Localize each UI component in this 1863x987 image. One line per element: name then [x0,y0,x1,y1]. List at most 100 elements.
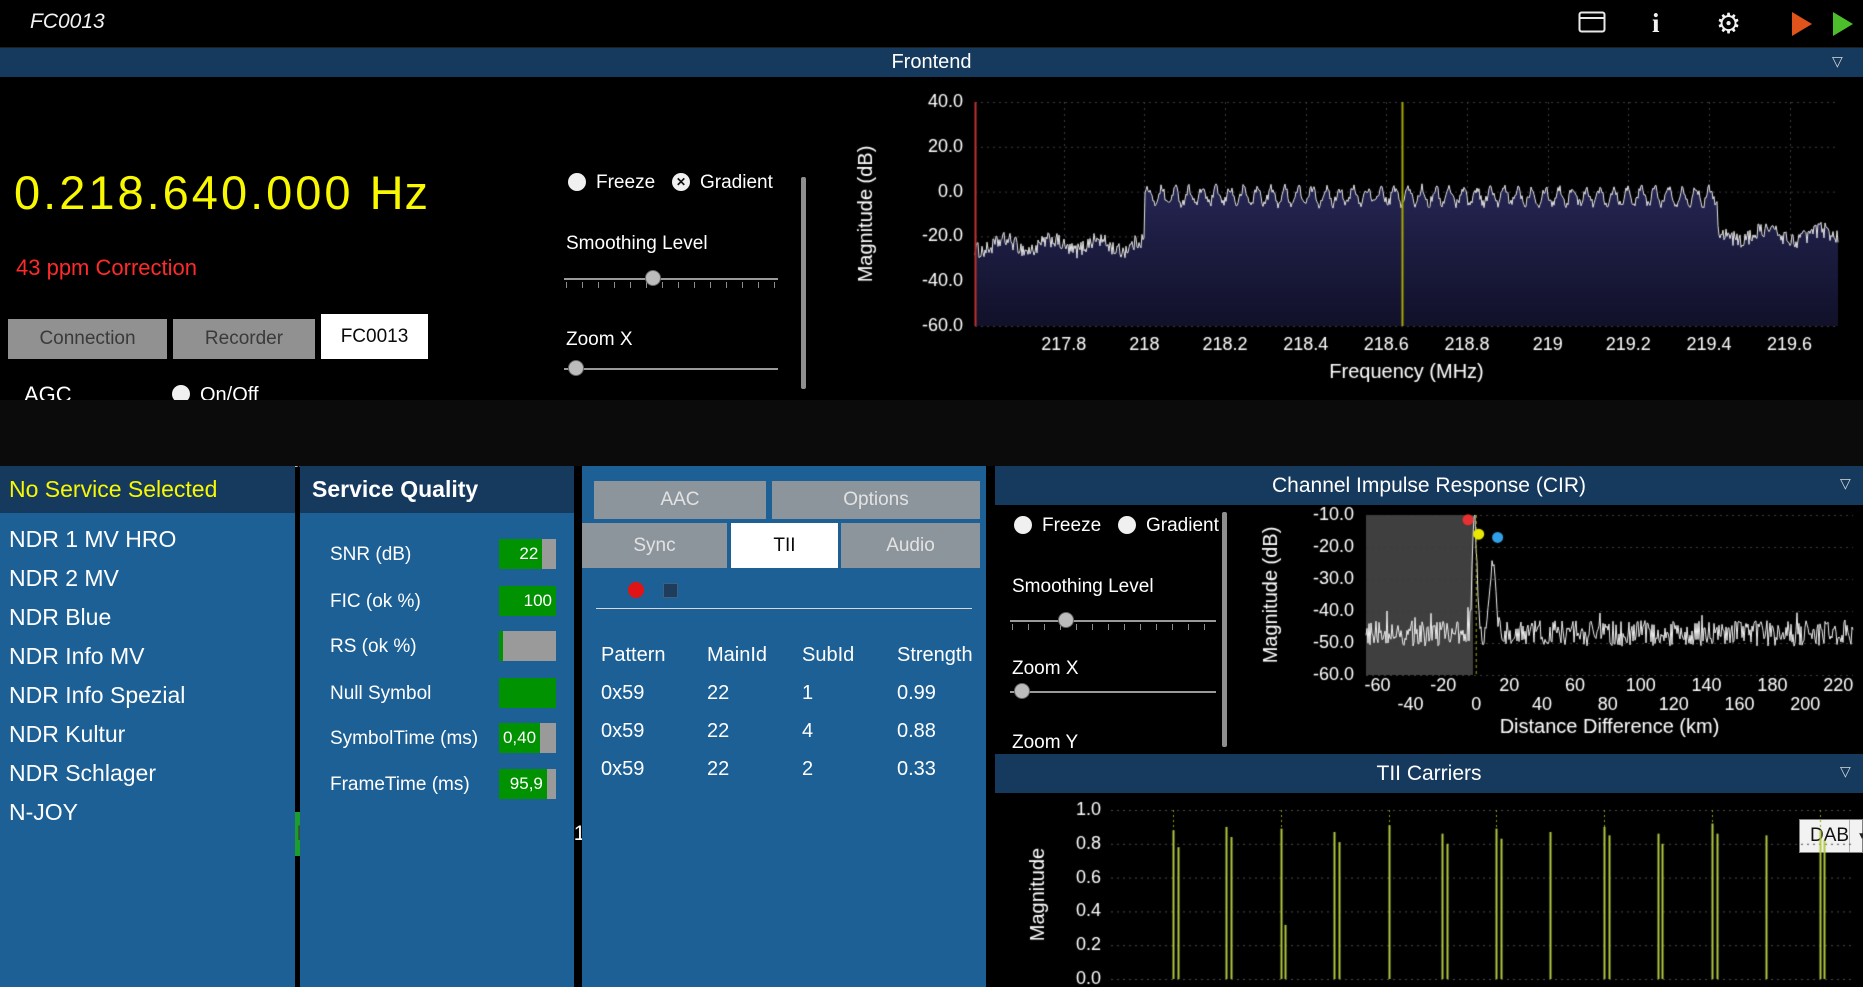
quality-label: FrameTime (ms) [330,774,470,796]
cir-smoothing-slider[interactable] [1010,611,1216,631]
frontend-tab-fc0013[interactable]: FC0013 [321,314,428,359]
cir-header: Channel Impulse Response (CIR) ▽ [995,466,1863,505]
cir-zoom-x-slider-thumb[interactable] [1014,683,1030,699]
quality-bar-fill: 100 [499,586,556,616]
decoder-tab-sync[interactable]: Sync [582,523,727,568]
quality-row: Null Symbol [300,678,574,708]
quality-row: SNR (dB)22 [300,539,574,569]
service-item-7[interactable]: NDR Schlager [0,754,295,793]
tii-table: PatternMainIdSubIdStrength0x592210.990x5… [601,636,967,788]
zoom-x-label: Zoom X [566,329,633,351]
zoom-x-slider-thumb[interactable] [568,360,584,376]
quality-label: Null Symbol [330,683,431,705]
service-item-8[interactable]: N-JOY [0,793,295,832]
decoder-record-dot[interactable] [628,582,644,598]
cir-zoom-x-slider-track[interactable] [1010,691,1216,693]
quality-value-bar: 22 [499,539,556,569]
tii-table-cell: 0.33 [897,758,967,781]
quality-bar-fill: 22 [499,539,542,569]
service-item-1[interactable]: NDR 1 MV HRO [0,520,295,559]
quality-bar-rest [542,539,556,569]
tii-table-cell: 2 [802,758,897,781]
service-quality-rows: SNR (dB)22 FIC (ok %)100 RS (ok %) Null Sym… [300,466,574,987]
smoothing-level-slider[interactable] [564,269,778,289]
frontend-header: Frontend ▽ [0,48,1863,77]
decoder-stop-square[interactable] [663,583,678,598]
decoder-panel: AACOptions SyncTIIAudio PatternMainIdSub… [582,466,986,987]
tii-table-cell: 0.88 [897,720,967,743]
freeze-label: Freeze [596,172,655,194]
service-list-header-text: No Service Selected [0,476,217,503]
cir-freeze-radio[interactable] [1014,516,1032,534]
frontend-collapse-triangle-icon[interactable]: ▽ [1832,54,1843,68]
quality-bar-rest [540,723,556,753]
decoder-tab-audio[interactable]: Audio [841,523,980,568]
service-item-6[interactable]: NDR Kultur [0,715,295,754]
gradient-radio[interactable]: ✕ [672,173,690,191]
service-item-2[interactable]: NDR 2 MV [0,559,295,598]
quality-bar-fill: 0,40 [499,723,540,753]
cir-plot[interactable] [1240,505,1863,745]
ppm-correction: 43 ppm Correction [16,255,197,281]
settings-gear-icon[interactable]: ⚙ [1716,7,1741,40]
cir-gradient-radio[interactable] [1118,516,1136,534]
cir-zoom-x-label: Zoom X [1012,658,1079,680]
quality-bar-rest [503,631,556,661]
spectrum-plot[interactable] [810,80,1863,400]
play-green-icon[interactable] [1833,12,1853,36]
decoder-tab-bar-main: SyncTIIAudio [582,466,986,571]
service-item-5[interactable]: NDR Info Spezial [0,676,295,715]
tii-table-cell: 0.99 [897,682,967,705]
service-item-3[interactable]: NDR Blue [0,598,295,637]
cir-zoom-x-slider[interactable] [1010,682,1216,702]
quality-row: RS (ok %) [300,631,574,661]
info-icon[interactable]: i [1652,8,1660,39]
cir-smoothing-slider-track[interactable] [1010,620,1216,622]
play-red-icon[interactable] [1792,12,1812,36]
frontend-controls-scrollbar[interactable] [801,177,806,389]
cir-smoothing-slider-ticks [1012,624,1216,630]
cir-collapse-triangle-icon[interactable]: ▽ [1840,476,1851,490]
service-item-4[interactable]: NDR Info MV [0,637,295,676]
tii-table-header: Pattern [601,644,707,667]
tii-table-cell: 0x59 [601,758,707,781]
cir-gradient-label: Gradient [1146,515,1219,537]
smoothing-slider-track[interactable] [564,278,778,280]
zoom-x-slider[interactable] [564,359,778,379]
frequency-value: 0.218.640.000 [14,166,354,219]
freeze-radio[interactable] [568,173,586,191]
frontend-tab-connection[interactable]: Connection [8,319,167,359]
cir-freeze-label: Freeze [1042,515,1101,537]
frontend-tab-bar: ConnectionRecorderFC0013 [0,314,552,359]
app-title: FC0013 [30,10,105,34]
quality-value-bar: 0,40 [499,723,556,753]
quality-label: RS (ok %) [330,636,417,658]
tii-table-header: MainId [707,644,802,667]
service-list: NDR 1 MV HRONDR 2 MVNDR BlueNDR Info MVN… [0,513,295,987]
tii-table-cell: 22 [707,720,802,743]
quality-row: FrameTime (ms) 95,9 [300,769,574,799]
frontend-header-title: Frontend [891,51,971,74]
smoothing-level-label: Smoothing Level [566,233,708,255]
smoothing-slider-ticks [566,282,778,288]
tii-carriers-header: TII Carriers ▽ [995,754,1863,793]
cir-zoom-y-label: Zoom Y [1012,732,1078,754]
quality-bar-fill: 95,9 [499,769,547,799]
cir-smoothing-slider-thumb[interactable] [1058,612,1074,628]
cir-controls-scrollbar[interactable] [1222,512,1227,747]
tii-carriers-header-title: TII Carriers [1377,762,1482,786]
tii-table-header: Strength [897,644,967,667]
decoder-tab-tii[interactable]: TII [731,523,838,568]
quality-bar-fill [499,678,556,708]
frequency-unit: Hz [370,166,429,219]
tii-carriers-plot[interactable] [1010,796,1863,987]
tii-table-cell: 22 [707,758,802,781]
window-icon[interactable] [1578,11,1606,38]
zoom-x-slider-track[interactable] [564,368,778,370]
quality-row: FIC (ok %)100 [300,586,574,616]
tii-collapse-triangle-icon[interactable]: ▽ [1840,764,1851,778]
quality-value-bar [499,631,556,661]
tii-table-cell: 1 [802,682,897,705]
frontend-tab-recorder[interactable]: Recorder [173,319,315,359]
quality-row: SymbolTime (ms)0,40 [300,723,574,753]
